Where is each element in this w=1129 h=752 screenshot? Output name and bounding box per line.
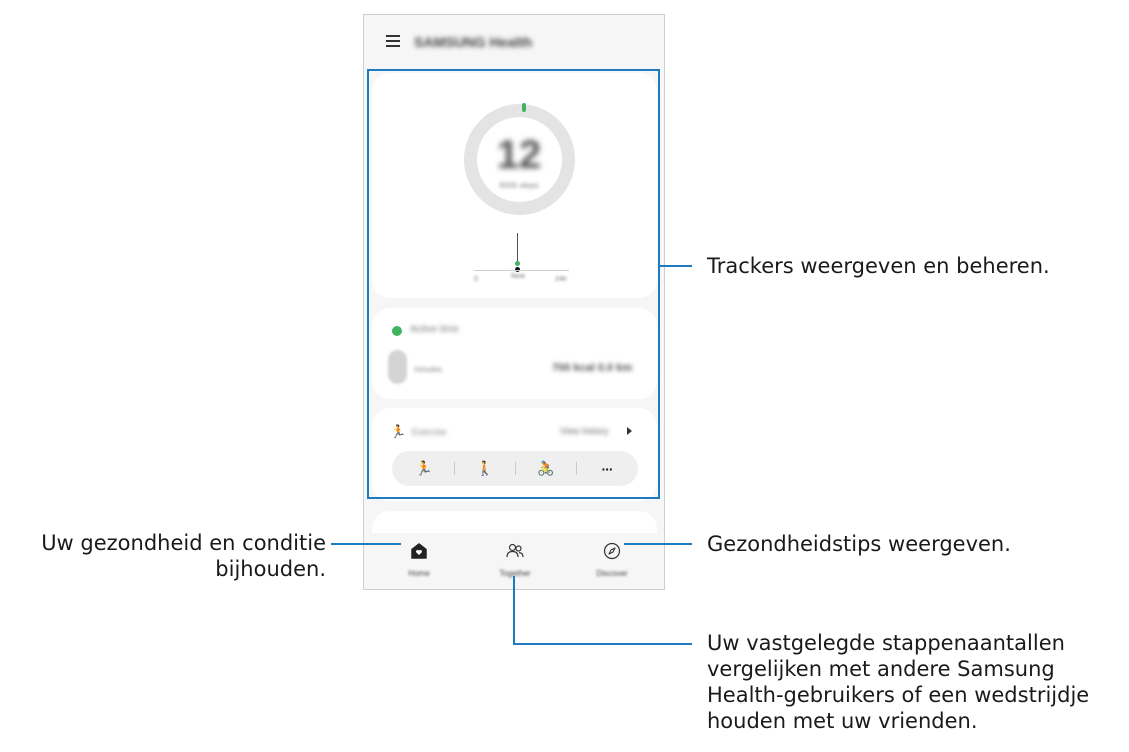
callout-line-discover [624, 543, 692, 545]
app-title: SAMSUNG Health [414, 34, 533, 50]
tab-together-label: Together [499, 569, 531, 578]
tab-home-label: Home [408, 569, 430, 578]
callout-trackers: Trackers weergeven en beheren. [707, 254, 1050, 278]
callout-line-home [331, 543, 401, 545]
compass-icon [603, 542, 621, 560]
people-icon [506, 543, 524, 558]
callout-line-together-horizontal [513, 643, 692, 645]
home-icon [411, 543, 427, 559]
callout-line-trackers [660, 265, 692, 267]
callout-together-line-3: Health-gebruikers of een wedstrijdje [707, 683, 1090, 707]
callout-together-line-1: Uw vastgelegde stappenaantallen [707, 631, 1065, 655]
tab-discover-label: Discover [596, 569, 628, 578]
callout-home-line-2: bijhouden. [215, 557, 326, 581]
trackers-highlight [367, 69, 660, 499]
callout-home-line-1: Uw gezondheid en conditie [41, 531, 326, 555]
app-bar: SAMSUNG Health [364, 15, 664, 70]
menu-icon[interactable] [386, 35, 400, 47]
tab-discover[interactable]: Discover [567, 533, 657, 589]
tab-together[interactable]: Together [470, 533, 560, 589]
callout-together-line-4: houden met uw vrienden. [707, 709, 978, 733]
callout-line-together-vertical [513, 576, 515, 645]
callout-discover: Gezondheidstips weergeven. [707, 532, 1011, 556]
tab-home[interactable]: Home [374, 533, 464, 589]
callout-together-line-2: vergelijken met andere Samsung [707, 657, 1055, 681]
